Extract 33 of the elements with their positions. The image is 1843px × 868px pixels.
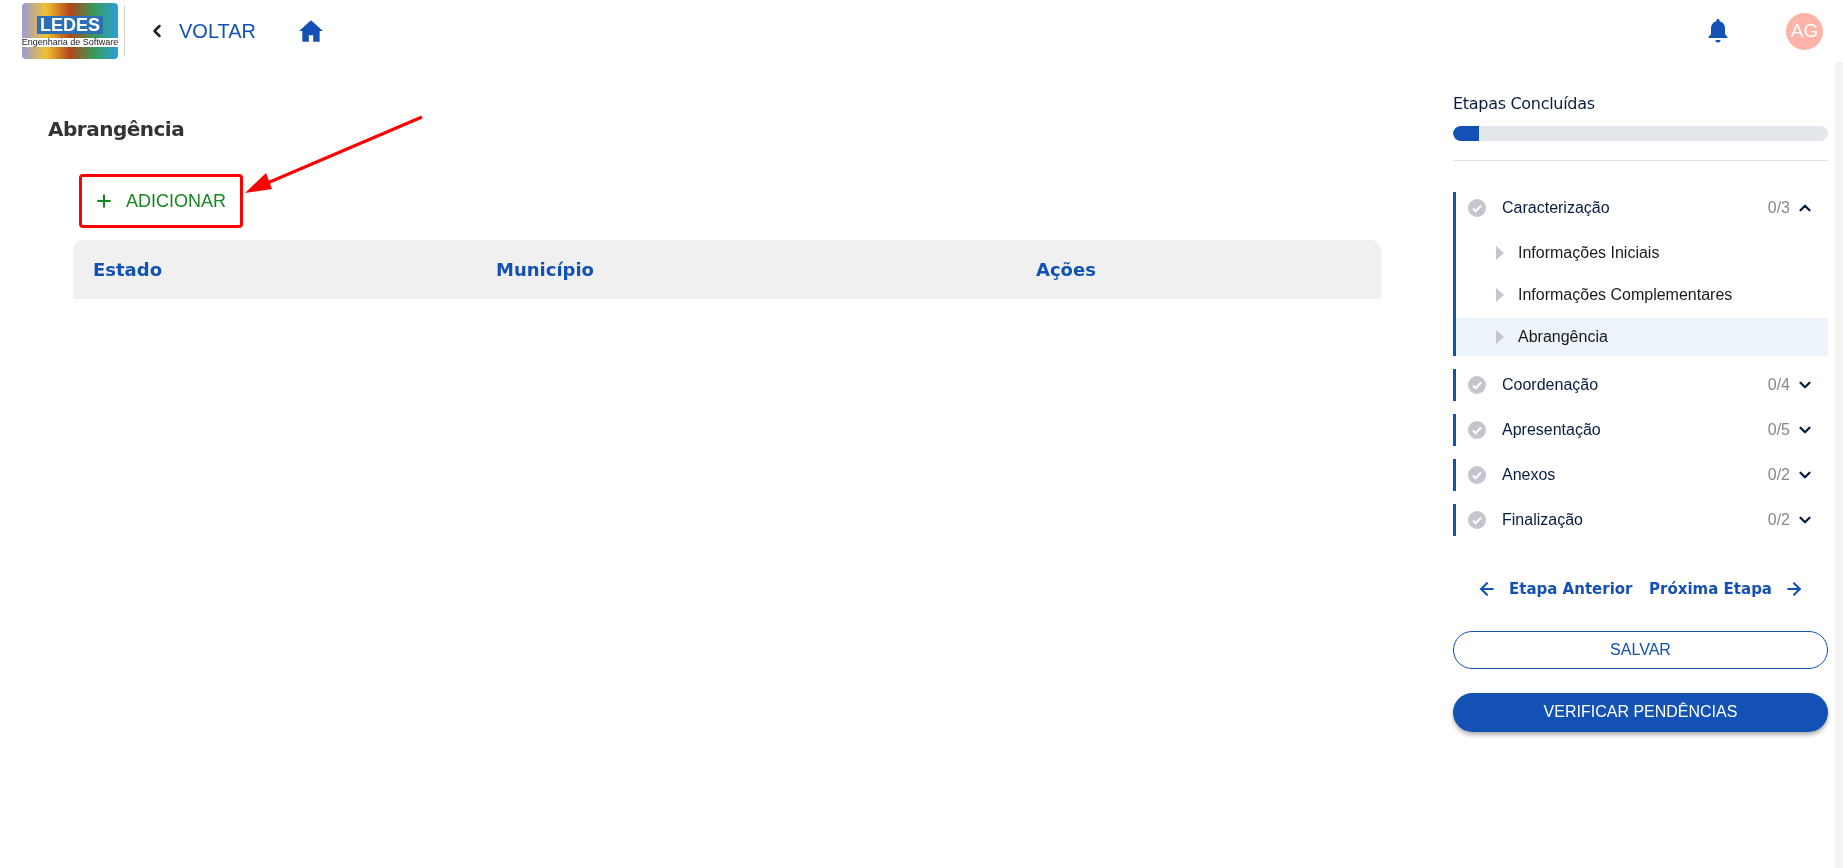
step-section[interactable]: Finalização 0/2 (1456, 504, 1828, 536)
notification-button[interactable] (1706, 18, 1730, 44)
add-button[interactable]: ADICIONAR (79, 174, 243, 228)
page-title: Abrangência (48, 116, 186, 143)
check-circle-icon (1468, 421, 1486, 439)
check-circle-icon (1468, 511, 1486, 529)
verify-button[interactable]: VERIFICAR PENDÊNCIAS (1453, 692, 1828, 732)
step-item[interactable]: Informações Iniciais (1456, 234, 1828, 272)
step-section[interactable]: Caracterização 0/3 (1456, 192, 1828, 224)
check-circle-icon (1468, 466, 1486, 484)
triangle-right-icon (1496, 246, 1504, 260)
step-section[interactable]: Apresentação 0/5 (1456, 414, 1828, 446)
step-item[interactable]: Informações Complementares (1456, 276, 1828, 314)
progress-title: Etapas Concluídas (1453, 93, 1596, 115)
column-header[interactable]: Estado (93, 256, 496, 283)
back-button[interactable]: VOLTAR (147, 16, 257, 46)
home-icon (298, 19, 325, 43)
step-item[interactable]: Abrangência (1456, 318, 1828, 356)
logo-title: LEDES (37, 15, 103, 34)
next-step-link[interactable]: Próxima Etapa (1649, 578, 1804, 601)
triangle-right-icon (1496, 288, 1504, 302)
column-header[interactable]: Município (496, 256, 1036, 283)
home-button[interactable] (298, 19, 325, 43)
step-section[interactable]: Coordenação 0/4 (1456, 369, 1828, 401)
check-circle-icon (1468, 376, 1486, 394)
check-circle-icon (1468, 199, 1486, 217)
column-header[interactable]: Ações (1036, 256, 1381, 283)
step-section[interactable]: Anexos 0/2 (1456, 459, 1828, 491)
previous-step-link[interactable]: Etapa Anterior (1477, 578, 1633, 601)
logo-subtitle: Engenharia de Software (19, 37, 121, 47)
bell-icon (1706, 18, 1730, 44)
plus-icon (94, 191, 114, 211)
triangle-right-icon (1496, 330, 1504, 344)
